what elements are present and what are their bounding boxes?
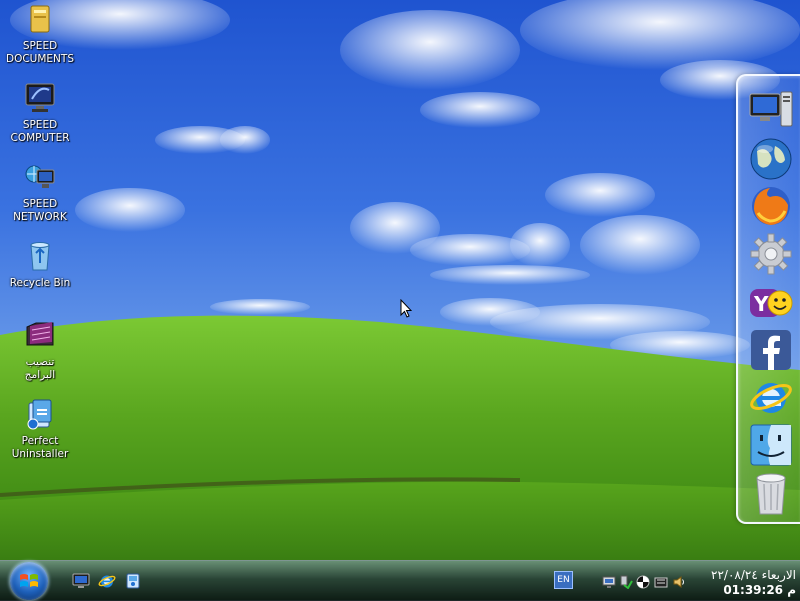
computer-icon	[749, 91, 793, 127]
dock-item-internet-explorer[interactable]	[748, 374, 794, 420]
desktop-icon-label: Recycle Bin	[9, 277, 71, 289]
facebook-icon	[751, 330, 791, 370]
recycle-bin-icon	[23, 239, 57, 273]
start-button[interactable]	[10, 562, 48, 600]
quick-launch-internet-explorer[interactable]	[98, 572, 116, 590]
clock-date: الاربعاء ٢٢/٠٨/٢٤	[711, 568, 796, 582]
tray-safely-remove[interactable]	[619, 575, 633, 589]
desktop-icon-label: SPEED COMPUTER	[10, 119, 70, 144]
tray-antivirus[interactable]	[636, 575, 650, 589]
software-folder-icon	[23, 318, 57, 352]
globe-icon	[750, 138, 792, 180]
dock-item-trash[interactable]	[748, 470, 794, 516]
desktop-icon-label: SPEED NETWORK	[13, 198, 67, 223]
trash-icon	[756, 473, 786, 515]
firefox-icon	[752, 187, 790, 225]
network-icon	[23, 160, 57, 194]
gear-icon	[750, 233, 792, 275]
desktop-icon-speed-computer[interactable]: SPEED COMPUTER	[0, 81, 80, 145]
folder-icon	[23, 2, 57, 36]
desktop-icon-speed-network[interactable]: SPEED NETWORK	[0, 160, 80, 224]
show-desktop-icon	[72, 573, 90, 588]
language-indicator[interactable]: EN	[554, 571, 573, 589]
windows-explorer-icon	[126, 573, 140, 589]
finder-icon	[750, 424, 792, 466]
dock-item-facebook[interactable]	[748, 327, 794, 373]
taskbar-clock[interactable]: الاربعاء ٢٢/٠٨/٢٤ 01:39:26 م	[690, 568, 796, 600]
tray-display[interactable]	[654, 575, 668, 589]
volume-icon	[673, 576, 684, 588]
dock-item-yahoo-messenger[interactable]: Y!	[748, 279, 794, 325]
clock-time: 01:39:26 م	[723, 583, 796, 597]
dock-item-computer[interactable]	[748, 88, 794, 134]
dock-panel: Y!	[736, 74, 800, 524]
desktop-icon-label: تنصيب البرامج	[24, 356, 56, 381]
desktop-icon-recycle-bin[interactable]: Recycle Bin	[0, 239, 80, 290]
uninstaller-icon	[23, 397, 57, 431]
desktop-icon-speed-documents[interactable]: SPEED DOCUMENTS	[0, 2, 80, 66]
network-tray-icon	[602, 576, 616, 588]
dock-item-settings[interactable]	[748, 231, 794, 277]
desktop-icon-install-programs[interactable]: تنصيب البرامج	[0, 318, 80, 382]
desktop-icon-label: SPEED DOCUMENTS	[6, 40, 74, 65]
yahoo-messenger-icon: Y!	[750, 289, 793, 317]
desktop-icon-label: Perfect Uninstaller	[11, 435, 69, 460]
tray-network[interactable]	[602, 575, 616, 589]
dock-item-firefox[interactable]	[748, 183, 794, 229]
dock-item-globe[interactable]	[748, 136, 794, 182]
tray-volume[interactable]	[672, 575, 686, 589]
windows-logo-icon	[20, 574, 38, 587]
safely-remove-icon	[620, 575, 633, 589]
quick-launch-windows-explorer[interactable]	[124, 572, 142, 590]
dock-item-finder[interactable]	[748, 422, 794, 468]
display-icon	[654, 577, 668, 588]
mouse-cursor-icon	[400, 299, 412, 318]
desktop-icon-perfect-uninstaller[interactable]: Perfect Uninstaller	[0, 397, 80, 461]
internet-explorer-icon	[750, 383, 792, 413]
internet-explorer-icon	[98, 575, 116, 588]
antivirus-icon	[636, 575, 650, 589]
quick-launch-show-desktop[interactable]	[72, 572, 90, 590]
monitor-icon	[23, 81, 57, 115]
